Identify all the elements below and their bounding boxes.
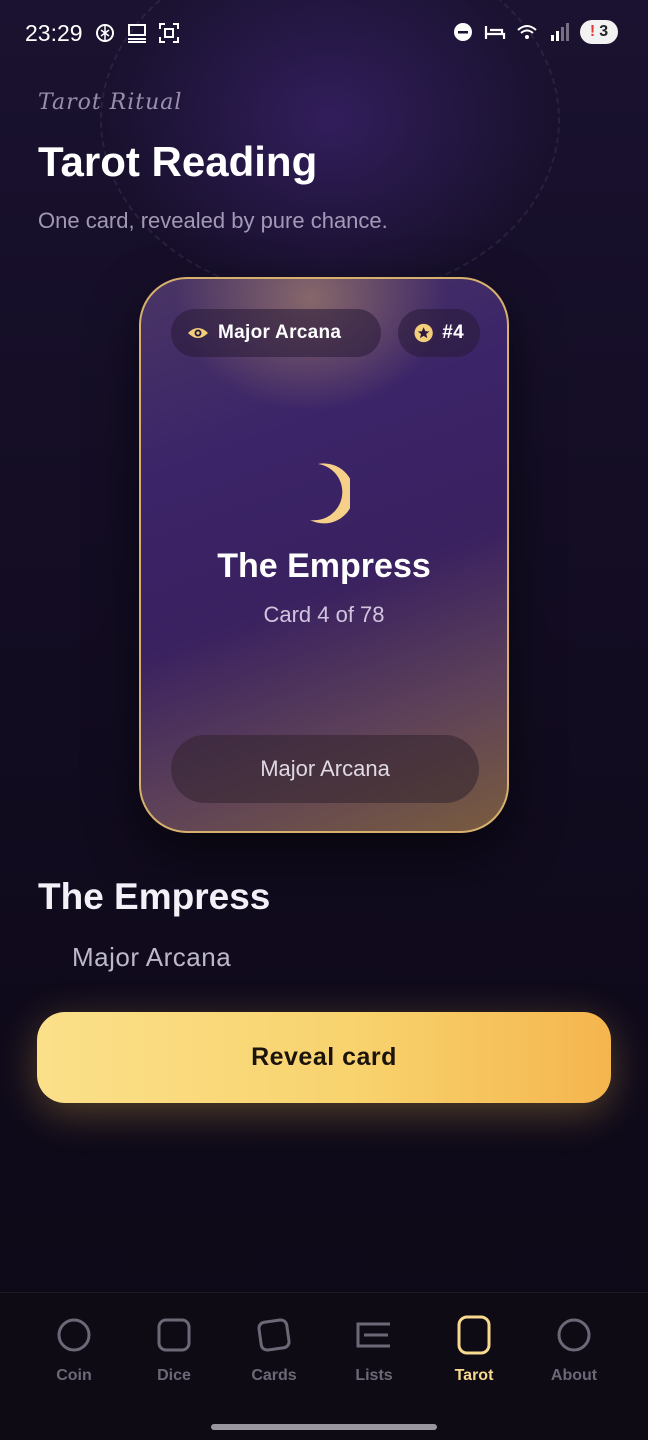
dice-square-icon (157, 1318, 191, 1352)
coin-circle-icon (57, 1318, 91, 1352)
star-badge-icon (414, 323, 433, 343)
cards-tilted-square-icon (257, 1318, 291, 1352)
notification-count: 3 (599, 23, 609, 40)
screenshot-icon (159, 23, 179, 43)
nav-label-tarot: Tarot (454, 1367, 494, 1384)
result-name: The Empress (38, 876, 271, 917)
do-not-disturb-icon (454, 23, 472, 41)
status-bar: 23:29 ! 3 (0, 0, 648, 68)
arcana-pill-label: Major Arcana (218, 322, 342, 343)
lists-icon (356, 1322, 390, 1348)
arcana-pill: Major Arcana (171, 309, 381, 357)
about-circle-icon (557, 1318, 591, 1352)
card-footer-label: Major Arcana (171, 735, 479, 803)
chatgpt-icon (96, 24, 114, 42)
number-pill: #4 (398, 309, 480, 357)
desktop-icon (128, 24, 146, 43)
tarot-card-icon (457, 1315, 491, 1355)
nav-label-coin: Coin (56, 1367, 92, 1384)
sleep-icon (484, 26, 506, 39)
crescent-moon-icon (310, 463, 350, 524)
nav-item-lists[interactable]: Lists (324, 1315, 424, 1395)
nav-label-lists: Lists (355, 1367, 393, 1384)
alert-icon: ! (589, 23, 596, 40)
nav-item-about[interactable]: About (524, 1315, 624, 1395)
nav-item-tarot[interactable]: Tarot (424, 1315, 524, 1395)
nav-label-dice: Dice (157, 1367, 191, 1384)
page-subtitle: One card, revealed by pure chance. (38, 208, 388, 233)
wifi-icon (517, 25, 537, 39)
card-name: The Empress (217, 547, 431, 585)
nav-item-cards[interactable]: Cards (224, 1315, 324, 1395)
nav-item-coin[interactable]: Coin (24, 1315, 124, 1395)
home-indicator[interactable] (211, 1424, 437, 1430)
status-left-icons (94, 22, 180, 44)
status-right-icons: ! 3 (452, 20, 618, 44)
signal-icon (551, 23, 569, 41)
result-arcana: Major Arcana (72, 942, 232, 972)
number-pill-label: #4 (442, 322, 464, 343)
bottom-nav: Coin Dice Cards Lists Tarot About (0, 1292, 648, 1440)
nav-item-dice[interactable]: Dice (124, 1315, 224, 1395)
tarot-card[interactable]: Major Arcana #4 The Empress Card 4 of 78… (139, 277, 509, 833)
eye-icon (188, 328, 208, 338)
notification-badge: ! 3 (580, 20, 618, 44)
nav-label-about: About (550, 1367, 598, 1384)
reveal-card-button[interactable]: Reveal card (37, 1012, 611, 1103)
page-title: Tarot Reading (38, 138, 318, 185)
card-position: Card 4 of 78 (263, 602, 385, 627)
nav-label-cards: Cards (251, 1367, 297, 1384)
header-kicker: Tarot Ritual (38, 90, 183, 115)
status-time: 23:29 (25, 20, 83, 46)
